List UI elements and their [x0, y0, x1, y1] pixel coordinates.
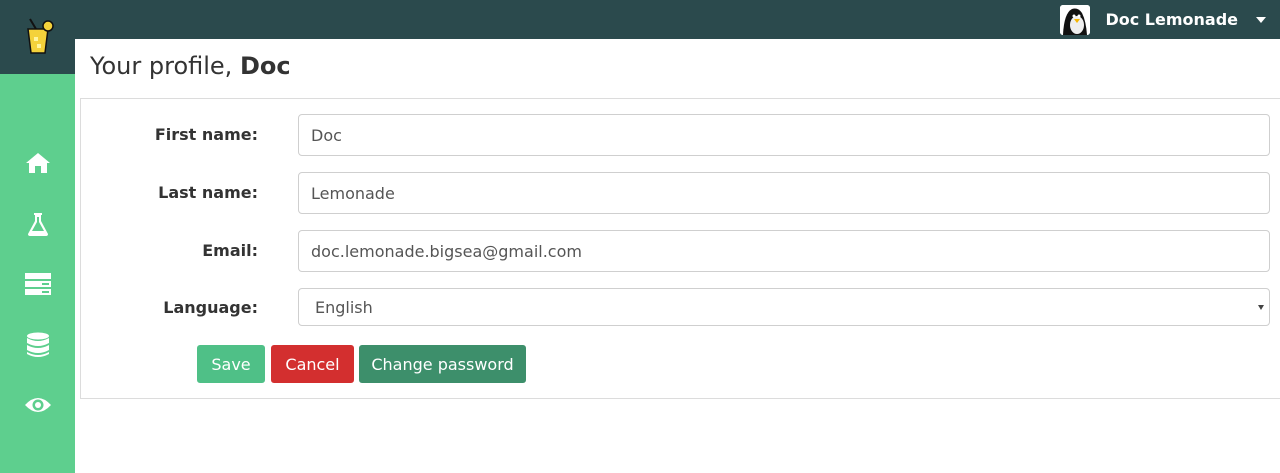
eye-icon — [24, 398, 51, 412]
first-name-field[interactable]: Doc — [298, 114, 1270, 156]
sidebar-item-views[interactable] — [0, 383, 75, 427]
sidebar-item-home[interactable] — [0, 141, 75, 185]
user-menu[interactable]: Doc Lemonade — [1060, 0, 1280, 39]
home-icon — [25, 153, 50, 173]
flask-icon — [27, 213, 48, 236]
cancel-button[interactable]: Cancel — [271, 345, 354, 383]
sidebar-item-experiments[interactable] — [0, 202, 75, 246]
sidebar-item-platforms[interactable] — [0, 262, 75, 306]
last-name-field[interactable]: Lemonade — [298, 172, 1270, 214]
change-password-button[interactable]: Change password — [359, 345, 526, 383]
server-icon — [24, 273, 51, 295]
save-button[interactable]: Save — [197, 345, 265, 383]
first-name-row: First name: Doc — [81, 114, 1271, 156]
chevron-down-icon — [1256, 16, 1266, 23]
chevron-down-icon — [1258, 305, 1264, 310]
profile-form: First name: Doc Last name: Lemonade Emai… — [80, 98, 1280, 399]
penguin-avatar-icon — [1060, 4, 1091, 35]
language-select[interactable]: English — [298, 288, 1270, 326]
page-title: Your profile, Doc — [90, 52, 291, 80]
app-logo[interactable] — [0, 0, 75, 74]
sidebar — [0, 74, 75, 473]
language-select-value: English — [315, 297, 373, 317]
page-title-prefix: Your profile, — [90, 52, 240, 80]
database-icon — [26, 332, 49, 357]
last-name-label: Last name: — [158, 183, 258, 202]
language-row: Language: English — [81, 288, 1271, 326]
email-label: Email: — [202, 241, 258, 260]
user-name: Doc Lemonade — [1105, 10, 1238, 29]
email-field[interactable]: doc.lemonade.bigsea@gmail.com — [298, 230, 1270, 272]
first-name-label: First name: — [154, 125, 258, 144]
last-name-row: Last name: Lemonade — [81, 172, 1271, 214]
page-title-name: Doc — [239, 52, 291, 80]
language-label: Language: — [163, 298, 258, 317]
email-row: Email: doc.lemonade.bigsea@gmail.com — [81, 230, 1271, 272]
sidebar-item-data-sources[interactable] — [0, 323, 75, 367]
lemonade-glass-icon — [26, 18, 54, 54]
avatar — [1060, 4, 1091, 35]
